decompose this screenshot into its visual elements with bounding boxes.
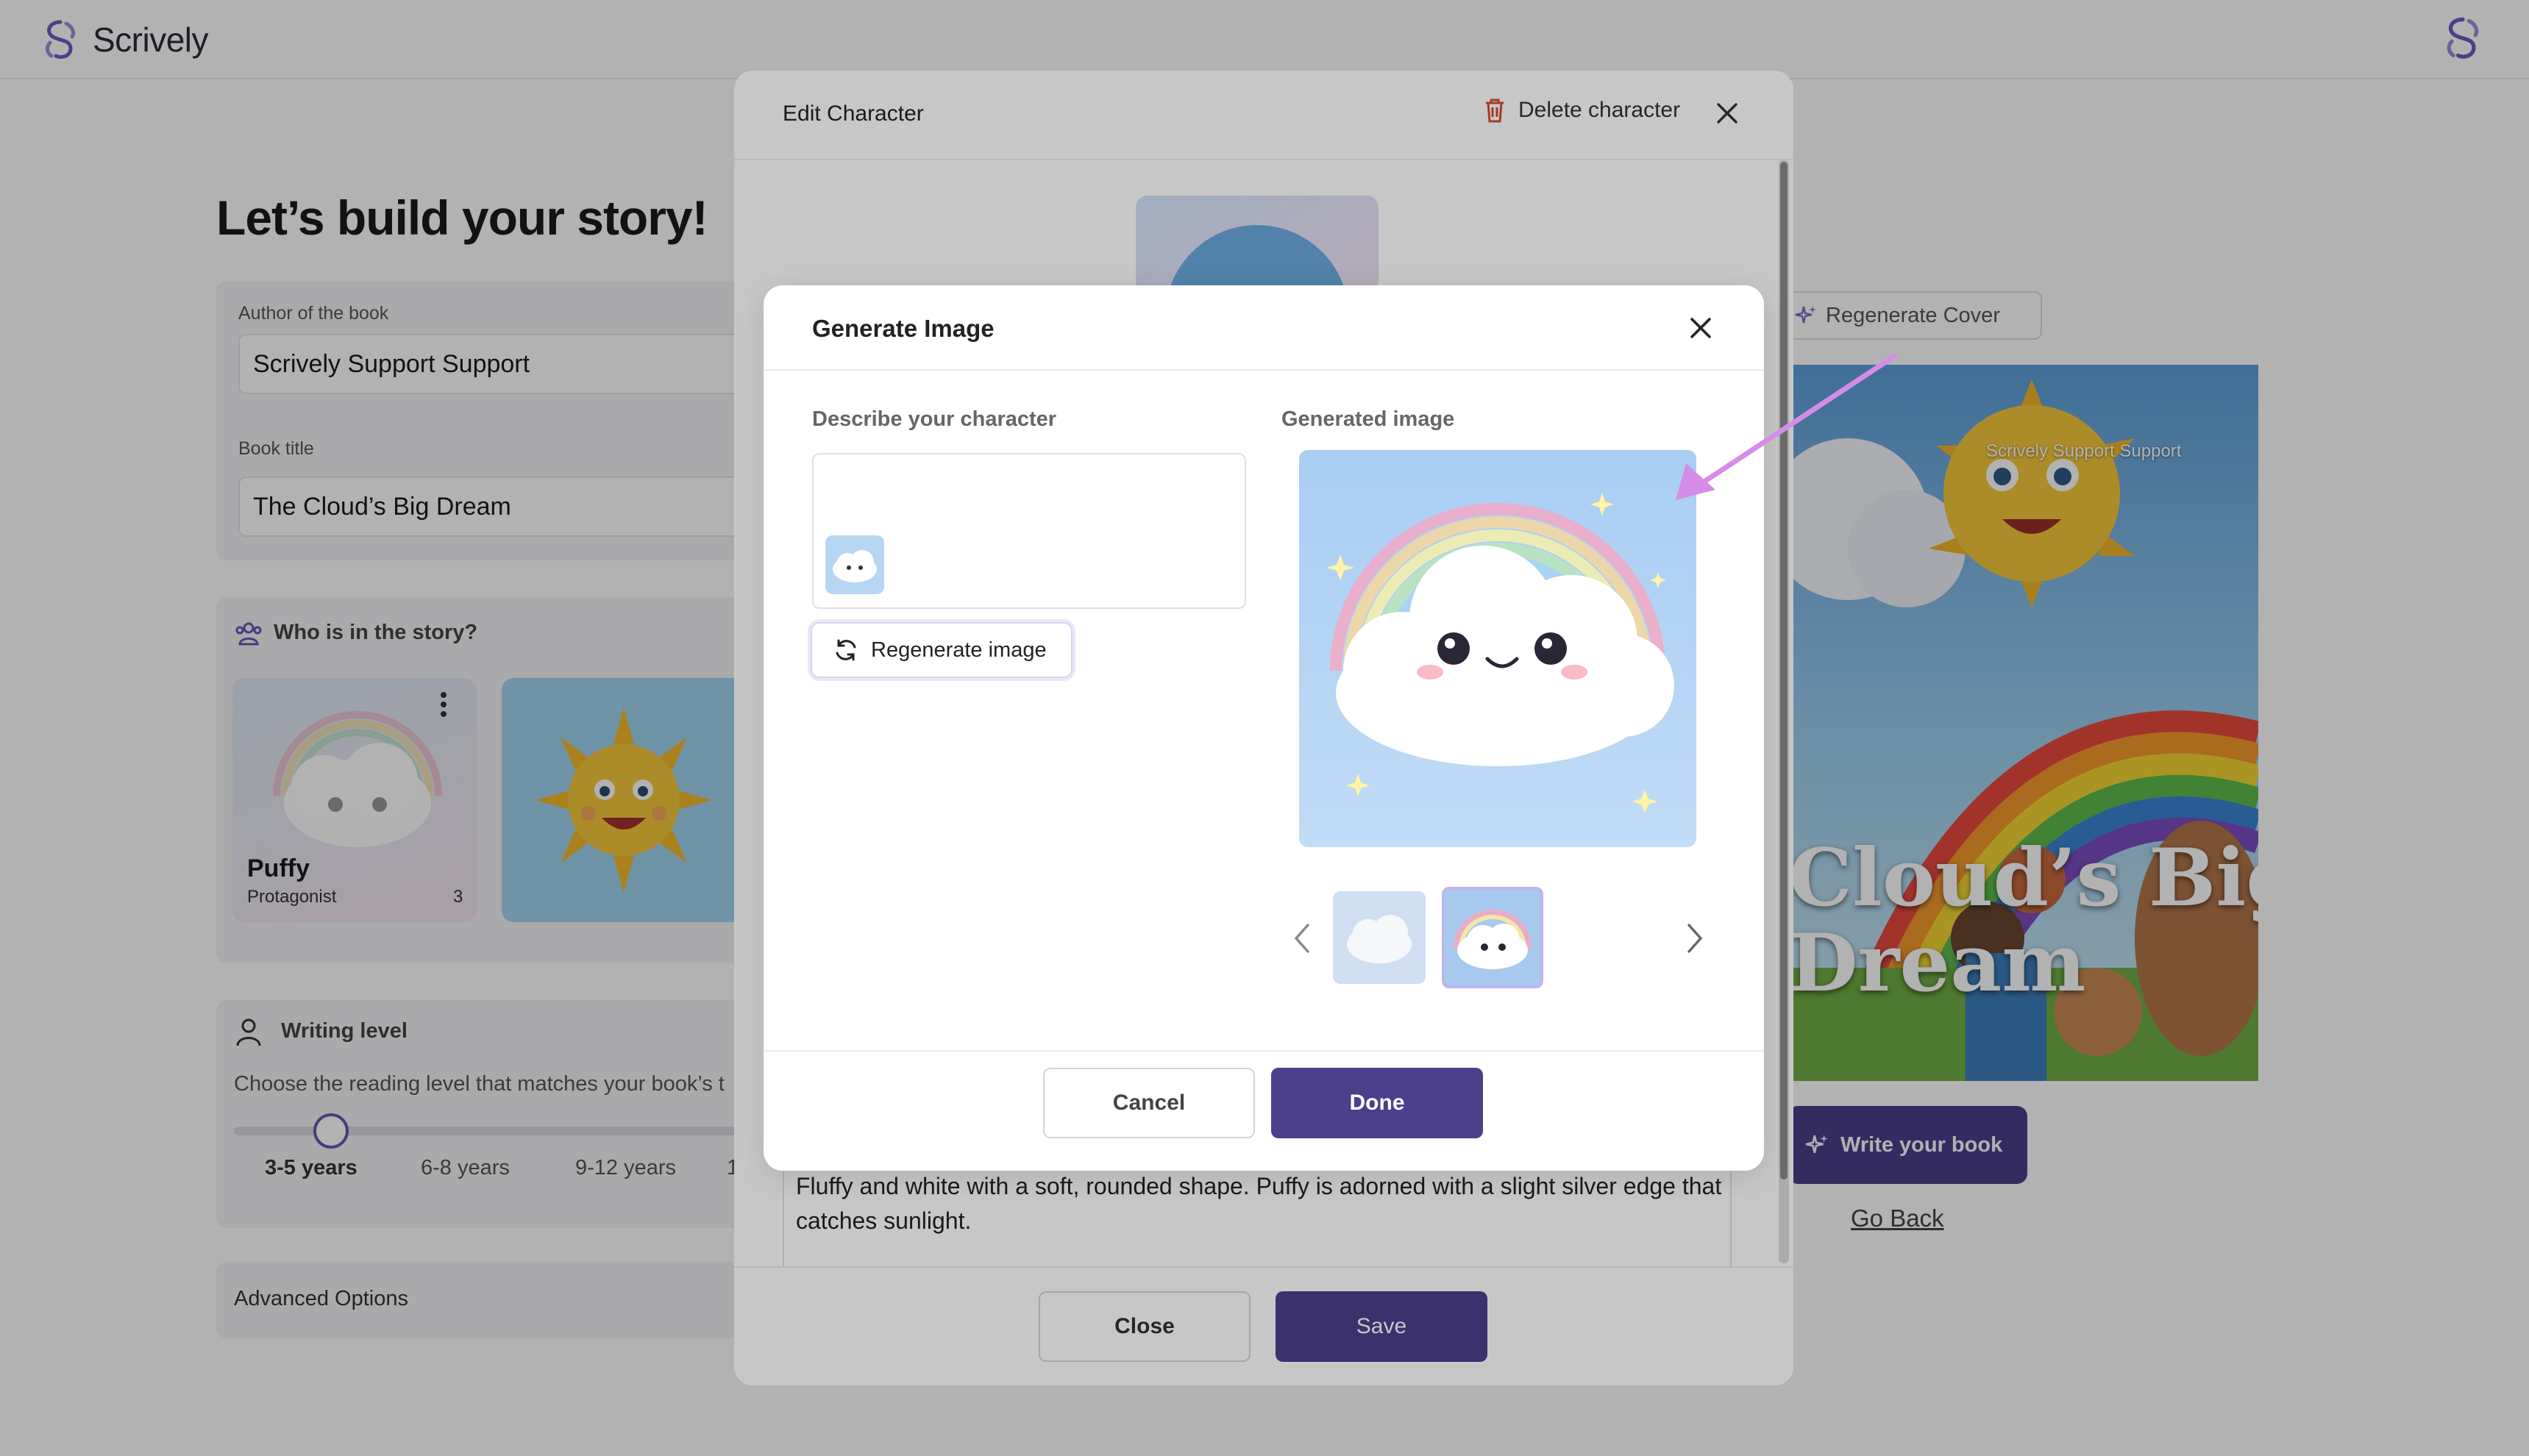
generated-image[interactable]	[1299, 450, 1696, 847]
cloud-thumb	[1454, 910, 1532, 969]
generated-label: Generated image	[1281, 407, 1455, 431]
generate-image-modal: Generate Image Describe your character R…	[764, 285, 1764, 1171]
cancel-button[interactable]: Cancel	[1043, 1068, 1255, 1138]
describe-input[interactable]	[812, 453, 1246, 609]
chevron-right-icon[interactable]	[1683, 921, 1707, 956]
done-button[interactable]: Done	[1271, 1068, 1483, 1138]
describe-label: Describe your character	[812, 407, 1057, 431]
image-thumbnail-1[interactable]	[1333, 891, 1426, 984]
reference-image-thumb[interactable]	[825, 535, 884, 594]
annotation-arrow-icon	[1676, 353, 1898, 500]
refresh-icon	[836, 639, 856, 661]
generate-modal-header: Generate Image	[764, 285, 1764, 371]
cloud-thumb	[1347, 915, 1412, 963]
chevron-left-icon[interactable]	[1290, 921, 1314, 956]
cloud-illustration	[1299, 450, 1696, 847]
regenerate-image-label: Regenerate image	[871, 638, 1047, 662]
cloud-thumb	[833, 550, 877, 582]
image-thumbnail-2-selected[interactable]	[1442, 887, 1543, 988]
generate-modal-footer: Cancel Done	[764, 1050, 1764, 1171]
generate-modal-title: Generate Image	[812, 315, 995, 342]
regenerate-image-button[interactable]: Regenerate image	[811, 622, 1073, 678]
close-icon[interactable]	[1686, 313, 1715, 343]
